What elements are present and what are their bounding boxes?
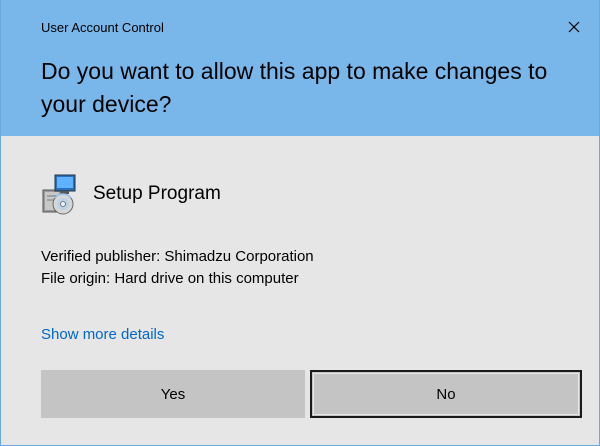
app-info: Setup Program bbox=[41, 170, 221, 218]
prompt-question: Do you want to allow this app to make ch… bbox=[41, 58, 548, 117]
close-button[interactable] bbox=[559, 12, 589, 42]
no-button-label: No bbox=[436, 385, 456, 403]
window-title: User Account Control bbox=[41, 20, 164, 35]
close-icon bbox=[568, 21, 580, 33]
publisher-text: Verified publisher: Shimadzu Corporation bbox=[41, 248, 314, 265]
no-button[interactable]: No bbox=[310, 370, 582, 418]
setup-program-icon bbox=[42, 174, 76, 215]
app-details: Verified publisher: Shimadzu Corporation… bbox=[41, 246, 314, 290]
file-origin-text: File origin: Hard drive on this computer bbox=[41, 270, 299, 287]
yes-button-label: Yes bbox=[160, 385, 186, 403]
uac-dialog: User Account Control Do you want to allo… bbox=[0, 0, 600, 446]
dialog-header: User Account Control Do you want to allo… bbox=[1, 0, 599, 136]
show-more-details-link[interactable]: Show more details bbox=[41, 326, 164, 343]
app-name: Setup Program bbox=[93, 183, 221, 204]
yes-button[interactable]: Yes bbox=[41, 370, 305, 418]
